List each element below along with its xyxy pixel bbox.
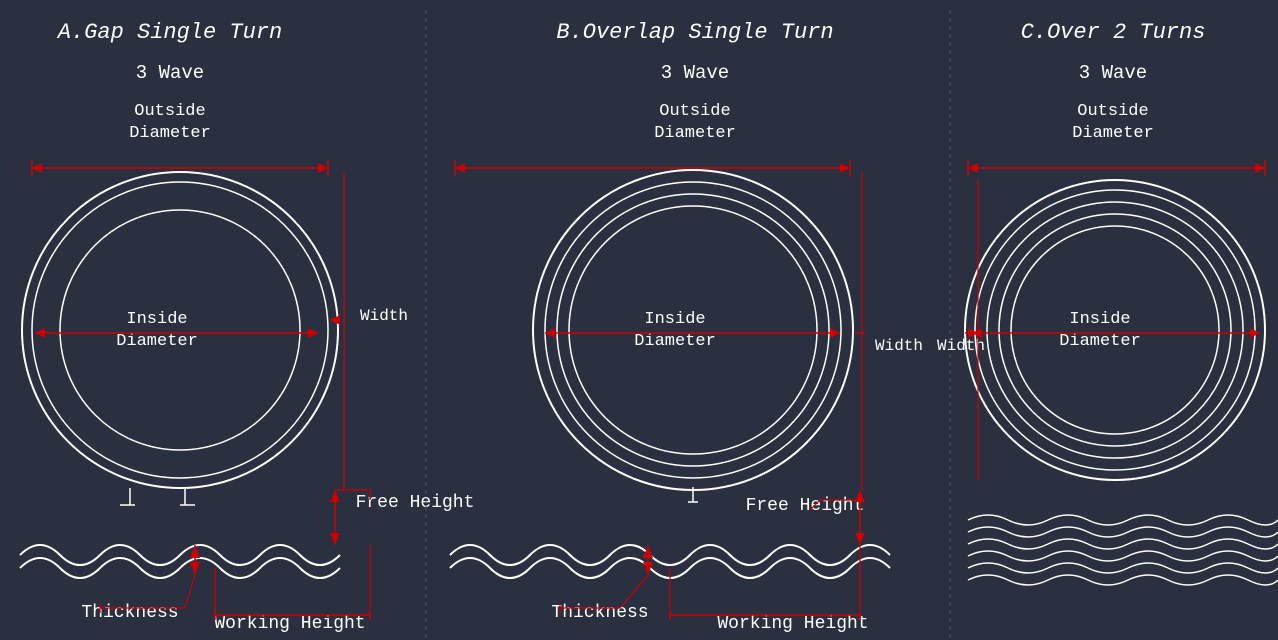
panel-c-wave2 (968, 527, 1278, 537)
panel-a-id-label2: Diameter (116, 332, 198, 351)
panel-a-outer-circle (22, 172, 338, 488)
panel-b-od-label2: Diameter (654, 124, 736, 143)
panel-b-outer-circle (533, 170, 853, 490)
panel-b-thickness-label: Thickness (551, 603, 648, 623)
panel-a-inner-ring (32, 182, 328, 478)
panel-b-ring2 (557, 194, 829, 466)
panel-a-od-arrowhead-right (318, 163, 328, 173)
panel-a-width-label: Width (360, 307, 408, 325)
panel-b-id-label2: Diameter (634, 332, 716, 351)
panel-c-wave: 3 Wave (1079, 62, 1147, 84)
panel-c-id-label: Inside (1069, 310, 1130, 329)
panel-a-fh-label: Free Height (356, 493, 475, 513)
panel-c-id-label2: Diameter (1059, 332, 1141, 351)
panel-a-wave: 3 Wave (136, 62, 204, 84)
panel-b-inner-circle (569, 206, 817, 454)
panel-a-thickness-label: Thickness (81, 603, 178, 623)
panel-c-ring3 (999, 214, 1231, 446)
panel-a-od-label: Outside (134, 102, 205, 121)
panel-a-id-label: Inside (126, 310, 187, 329)
panel-c-inner-circle (1011, 226, 1219, 434)
panel-c-ring2 (987, 202, 1243, 458)
panel-a-wh-label: Working Height (214, 614, 365, 634)
panel-b-width-label: Width (875, 337, 923, 355)
panel-c-od-label2: Diameter (1072, 124, 1154, 143)
panel-b-title: B.Overlap Single Turn (556, 20, 833, 45)
panel-c-wave4 (968, 551, 1278, 561)
panel-c-wave1 (968, 515, 1278, 525)
panel-b-od-label: Outside (659, 102, 730, 121)
panel-b-wave: 3 Wave (661, 62, 729, 84)
panel-a-title: A.Gap Single Turn (56, 20, 282, 45)
panel-c-wave3 (968, 539, 1278, 549)
panel-b-id-label: Inside (644, 310, 705, 329)
panel-a-od-arrowhead-left (32, 163, 42, 173)
panel-a-inner-circle (60, 210, 300, 450)
main-diagram: A.Gap Single Turn 3 Wave Outside Diamete… (0, 0, 1278, 640)
panel-c-outer-circle (965, 180, 1265, 480)
panel-b-wh-label: Working Height (717, 614, 868, 634)
panel-b-wave-top (450, 545, 890, 565)
panel-a-od-label2: Diameter (129, 124, 211, 143)
panel-c-ring1 (975, 190, 1255, 470)
panel-c-title: C.Over 2 Turns (1021, 20, 1206, 45)
panel-a-id-arrowhead-right (308, 328, 318, 338)
panel-c-od-label: Outside (1077, 102, 1148, 121)
panel-a-id-arrowhead-left (35, 328, 45, 338)
panel-b-ring1 (545, 182, 841, 478)
panel-b-fh-label: Free Height (746, 496, 865, 516)
panel-c-wave6 (968, 575, 1278, 585)
panel-c-wave5 (968, 563, 1278, 573)
